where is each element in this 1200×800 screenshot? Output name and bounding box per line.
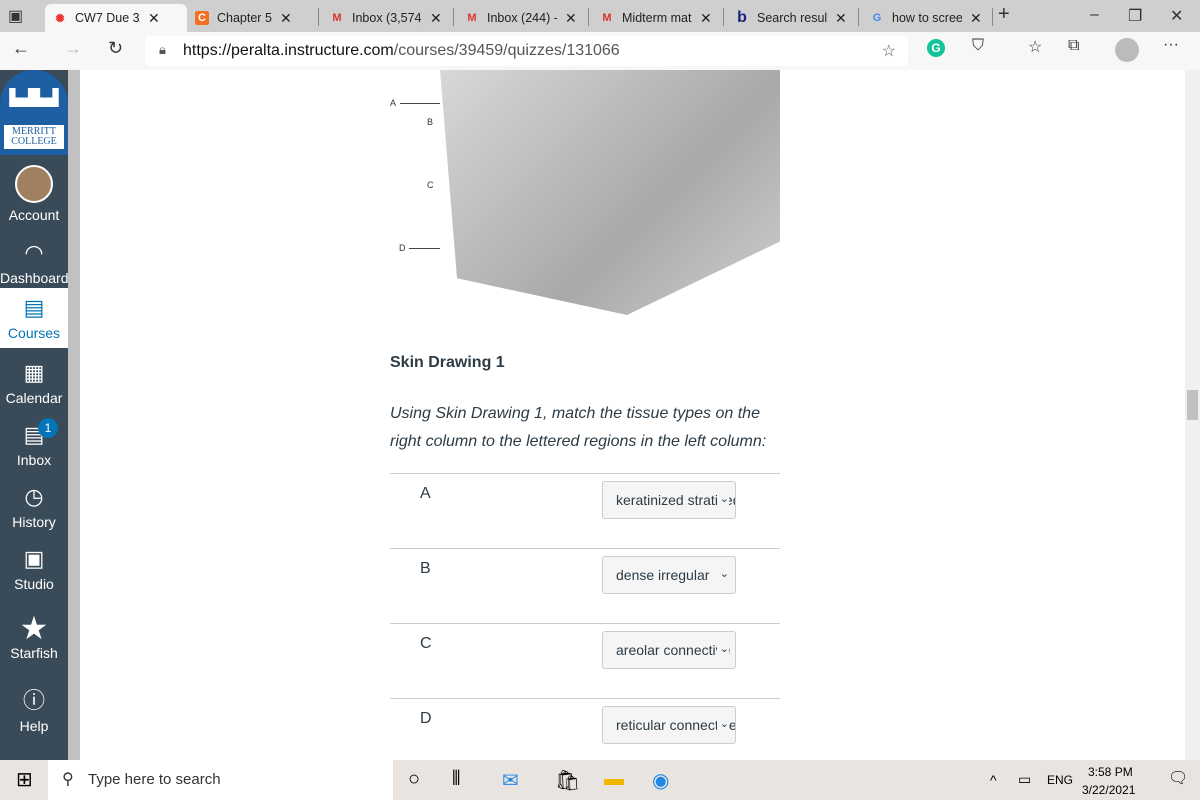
shield-icon[interactable]: ⛉ [972,37,984,55]
match-select-d[interactable]: reticular connective ⌄ [602,706,736,744]
google-icon: G [872,12,882,24]
figure-caption: Skin Drawing 1 [390,354,505,371]
lock-icon: 🔒︎ [159,42,166,57]
collections-icon[interactable]: ⧉ [1068,37,1079,55]
profile-avatar[interactable] [1115,38,1139,62]
windows-start-icon[interactable]: ⊞ [16,767,33,792]
tab-gmail-2[interactable]: M Inbox (244) - ✕ [457,4,587,32]
refresh-icon[interactable]: ↻ [108,38,123,59]
nav-scrollbar[interactable] [68,70,80,760]
cortana-icon[interactable]: ○ [408,768,420,791]
skin-drawing-image [440,70,780,315]
more-icon[interactable]: ··· [1163,36,1179,54]
new-tab-button[interactable]: + [998,3,1010,26]
tab-gmail-1[interactable]: M Inbox (3,574) ✕ [322,4,452,32]
bing-icon: b [737,9,747,26]
address-bar: ← → ↻ 🔒︎ https://peralta.instructure.com/… [0,32,1200,70]
close-window-button[interactable]: ✕ [1170,6,1183,26]
favorite-add-icon[interactable]: ☆ [882,41,896,61]
nav-starfish[interactable]: ★ Starfish [0,610,68,661]
studio-icon: ▣ [23,546,45,571]
task-view-icon[interactable]: ⫴ [452,768,460,791]
college-logo[interactable]: ▙▟▙▟ MERRITT COLLEGE [0,70,68,155]
notifications-icon[interactable]: 🗨︎ [1168,768,1188,788]
close-tab-icon[interactable]: ✕ [280,10,292,27]
calendar-icon: ▦ [23,360,45,385]
scrollbar-thumb[interactable] [1187,390,1198,420]
taskbar: ⊞ ⚲ Type here to search ○ ⫴ ✉ 🛍︎ ▬ ◉ ^ ▭ … [0,760,1200,800]
close-tab-icon[interactable]: ✕ [835,10,847,27]
url-input[interactable]: 🔒︎ https://peralta.instructure.com/course… [145,36,908,66]
global-nav: ▙▟▙▟ MERRITT COLLEGE Account ◠ Dashboard ▤… [0,70,69,760]
chevron-down-icon: ⌄ [716,717,729,730]
avatar [15,165,53,203]
question-text: Using Skin Drawing 1, match the tissue t… [390,405,767,450]
tab-chegg[interactable]: CChapter 5: In✕ [187,4,312,32]
nav-studio[interactable]: ▣ Studio [0,546,68,592]
clock-icon: ◷ [24,484,44,509]
chevron-down-icon: ⌄ [716,492,729,505]
tab-gmail-3[interactable]: M Midterm mat ✕ [592,4,722,32]
inbox-badge: 1 [38,418,58,438]
match-select-a[interactable]: keratinized stratified squamous⌄ [602,481,736,519]
chevron-up-icon[interactable]: ^ [990,772,997,788]
close-tab-icon[interactable]: ✕ [430,10,442,27]
favorites-icon[interactable]: ☆ [1028,37,1042,57]
tab-canvas[interactable]: ✺CW7 Due 3/1✕ [45,4,187,32]
tab-bar: ▣ ✺CW7 Due 3/1✕ CChapter 5: In✕ MInbox (… [0,0,1200,32]
nav-calendar[interactable]: ▦ Calendar [0,360,68,406]
dashboard-icon: ◠ [24,240,44,265]
restore-button[interactable]: ❐ [1128,6,1142,26]
gmail-icon: M [602,12,612,24]
tab-google[interactable]: Ghow to scree ✕ [862,4,992,32]
tab-actions-icon[interactable]: ▣ [8,6,23,26]
chevron-down-icon: ⌄ [716,567,729,580]
minimize-button[interactable]: – [1090,6,1099,24]
store-icon[interactable]: 🛍︎ [555,768,580,793]
match-select-b[interactable]: dense irregular ⌄ [602,556,736,594]
gmail-icon: M [467,12,477,24]
back-icon[interactable]: ← [12,38,30,59]
gmail-icon: M [332,12,342,24]
help-icon: ⓘ [22,688,45,713]
clock-time[interactable]: 3:58 PM [1088,765,1133,779]
clock-date[interactable]: 3/22/2021 [1082,783,1135,797]
nav-account[interactable]: Account [0,165,68,223]
match-letter: C [420,635,432,652]
chegg-icon: C [195,11,209,25]
nav-courses[interactable]: ▤ Courses [0,288,68,348]
match-letter: A [420,485,431,502]
file-explorer-icon[interactable]: ▬ [604,768,624,791]
nav-inbox[interactable]: ▤ 1 Inbox [0,418,68,468]
match-letter: B [420,560,431,577]
taskbar-search[interactable]: ⚲ Type here to search [48,760,393,800]
close-tab-icon[interactable]: ✕ [700,10,712,27]
match-select-c[interactable]: areolar connective ⌄ [602,631,736,669]
edge-icon[interactable]: ◉ [652,768,669,793]
forward-icon[interactable]: → [64,38,82,59]
chevron-down-icon: ⌄ [716,642,729,655]
grammarly-icon[interactable]: G [927,39,945,57]
close-tab-icon[interactable]: ✕ [970,10,982,27]
nav-dashboard[interactable]: ◠ Dashboard [0,240,69,286]
book-icon: ▤ [23,295,45,320]
match-letter: D [420,710,432,727]
battery-icon[interactable]: ▭ [1018,771,1031,788]
close-tab-icon[interactable]: ✕ [148,10,160,27]
close-tab-icon[interactable]: ✕ [565,10,577,27]
starfish-icon: ★ [19,610,49,646]
search-icon: ⚲ [62,771,74,788]
mail-icon[interactable]: ✉ [502,768,519,793]
tab-bing[interactable]: b Search result ✕ [727,4,857,32]
nav-history[interactable]: ◷ History [0,484,68,530]
canvas-icon: ✺ [55,12,65,25]
nav-help[interactable]: ⓘ Help [0,688,68,734]
language-indicator[interactable]: ENG [1047,773,1073,787]
